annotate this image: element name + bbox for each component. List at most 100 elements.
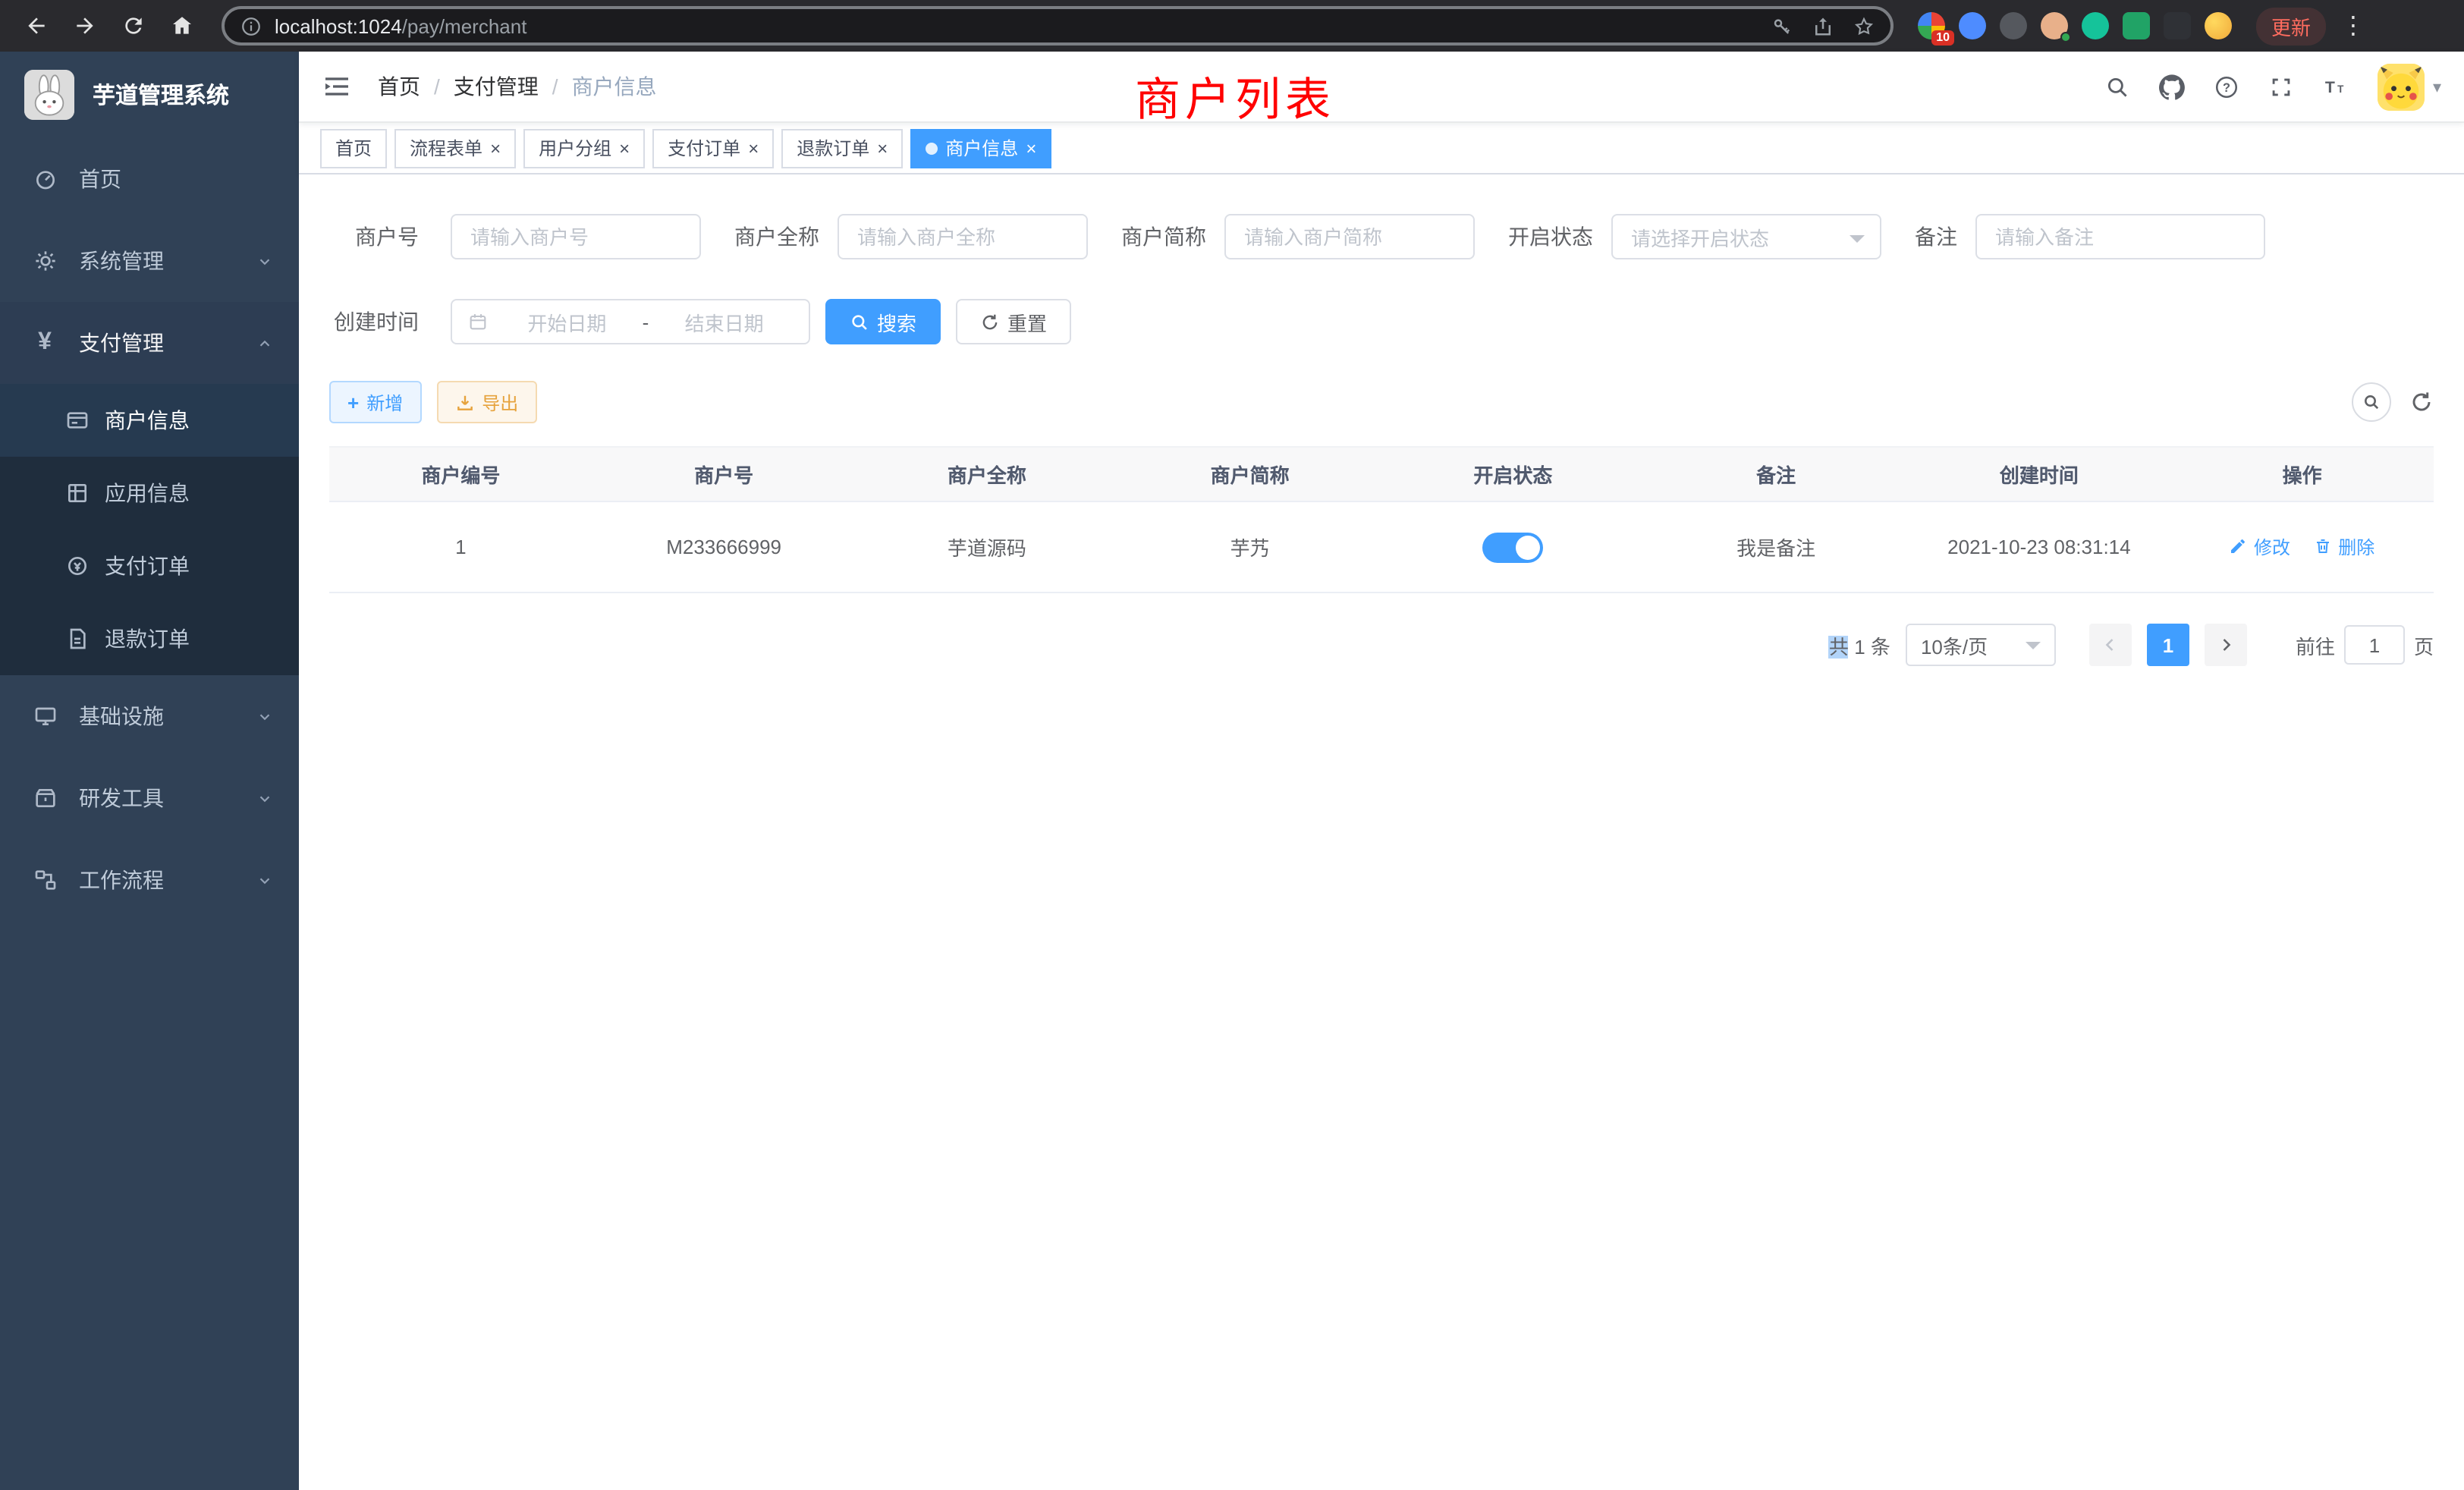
url-path: /pay/merchant [402, 14, 527, 37]
breadcrumb-home[interactable]: 首页 [378, 71, 420, 102]
tab-user-group[interactable]: 用户分组 × [523, 128, 645, 168]
extension-avatar-icon[interactable] [2041, 12, 2068, 39]
add-button-label: 新增 [366, 389, 403, 415]
sidebar-item-label: 工作流程 [79, 865, 164, 895]
chevron-down-icon [256, 790, 273, 806]
chevron-down-icon [256, 872, 273, 888]
reload-icon[interactable] [112, 5, 155, 47]
table-row: 1 M233666999 芋道源码 芋艿 我是备注 2021-10-23 08:… [329, 501, 2434, 593]
extension-colorwheel-icon[interactable]: 10 [1918, 12, 1945, 39]
sidebar-item-pay-order[interactable]: 支付订单 [0, 530, 299, 602]
sidebar-item-label: 退款订单 [105, 624, 190, 654]
help-icon[interactable]: ? [2205, 65, 2248, 108]
tab-merchant-info[interactable]: 商户信息 × [910, 128, 1051, 168]
fullscreen-icon[interactable] [2260, 65, 2302, 108]
github-icon[interactable] [2151, 65, 2193, 108]
font-size-icon[interactable]: TT [2315, 65, 2357, 108]
site-info-icon[interactable] [240, 14, 262, 37]
tab-home[interactable]: 首页 [320, 128, 387, 168]
extension-tampermonkey-icon[interactable] [2164, 12, 2191, 39]
tab-refund-order[interactable]: 退款订单 × [781, 128, 903, 168]
extension-green-circle-icon[interactable] [2082, 12, 2109, 39]
tab-process-form[interactable]: 流程表单 × [394, 128, 516, 168]
sidebar-logo[interactable]: 芋道管理系统 [0, 52, 299, 138]
merchant-no-input[interactable] [451, 214, 701, 259]
back-icon[interactable] [15, 5, 58, 47]
share-icon[interactable] [1812, 14, 1834, 37]
home-icon[interactable] [161, 5, 203, 47]
sidebar-item-workflow[interactable]: 工作流程 [0, 839, 299, 921]
edit-link[interactable]: 修改 [2230, 534, 2290, 560]
cell-full-name: 芋道源码 [856, 501, 1119, 593]
search-button[interactable]: 搜索 [825, 299, 941, 344]
remark-label: 备注 [1915, 222, 1957, 252]
extension-dark-circle-icon[interactable] [2000, 12, 2027, 39]
sidebar-item-infrastructure[interactable]: 基础设施 [0, 675, 299, 757]
col-full-name: 商户全称 [856, 447, 1119, 501]
toggle-search-icon[interactable] [2352, 382, 2391, 422]
browser-update-button[interactable]: 更新 [2256, 7, 2326, 45]
col-merchant-no: 商户号 [592, 447, 856, 501]
extension-blue-icon[interactable] [1959, 12, 1986, 39]
status-select[interactable]: 请选择开启状态 [1611, 214, 1881, 259]
svg-text:T: T [2337, 83, 2344, 94]
password-key-icon[interactable] [1771, 14, 1793, 37]
delete-link[interactable]: 删除 [2314, 534, 2374, 560]
page-number-button[interactable]: 1 [2147, 624, 2189, 666]
sidebar-toggle-icon[interactable] [322, 71, 352, 102]
chevron-up-icon [256, 335, 273, 351]
close-icon[interactable]: × [877, 139, 888, 157]
refresh-icon[interactable] [2409, 390, 2434, 414]
sidebar-item-system-mgmt[interactable]: 系统管理 [0, 220, 299, 302]
merchant-name-input[interactable] [838, 214, 1088, 259]
extension-orange-icon[interactable] [2205, 12, 2232, 39]
col-remark: 备注 [1645, 447, 1908, 501]
active-tab-dot [926, 142, 938, 154]
tab-pay-order[interactable]: 支付订单 × [652, 128, 774, 168]
next-page-button[interactable] [2205, 624, 2247, 666]
close-icon[interactable]: × [490, 139, 501, 157]
extension-green-square-icon[interactable] [2123, 12, 2150, 39]
tab-label: 首页 [335, 135, 372, 161]
sidebar-item-home[interactable]: 首页 [0, 138, 299, 220]
online-dot [2060, 32, 2071, 42]
sidebar-item-refund-order[interactable]: 退款订单 [0, 602, 299, 675]
sidebar-item-dev-tools[interactable]: 研发工具 [0, 757, 299, 839]
date-range-picker[interactable]: 开始日期 - 结束日期 [451, 299, 810, 344]
prev-page-button[interactable] [2089, 624, 2132, 666]
col-actions: 操作 [2170, 447, 2434, 501]
page-size-select[interactable]: 10条/页 [1906, 624, 2056, 666]
remark-input[interactable] [1975, 214, 2265, 259]
forward-icon[interactable] [64, 5, 106, 47]
status-toggle[interactable] [1482, 532, 1543, 562]
table-header-row: 商户编号 商户号 商户全称 商户简称 开启状态 备注 创建时间 操作 [329, 447, 2434, 501]
sidebar-item-merchant-info[interactable]: 商户信息 [0, 384, 299, 457]
sidebar-item-payment-mgmt[interactable]: ¥ 支付管理 [0, 302, 299, 384]
reset-button[interactable]: 重置 [956, 299, 1071, 344]
sidebar-item-app-info[interactable]: 应用信息 [0, 457, 299, 530]
cell-status [1381, 501, 1645, 593]
goto-page-input[interactable] [2344, 625, 2405, 665]
merchant-short-input[interactable] [1224, 214, 1475, 259]
user-menu[interactable]: ▾ [2378, 63, 2441, 110]
close-icon[interactable]: × [619, 139, 630, 157]
col-merchant-id: 商户编号 [329, 447, 592, 501]
bookmark-star-icon[interactable] [1853, 14, 1875, 37]
address-bar[interactable]: localhost:1024/pay/merchant [222, 6, 1894, 46]
tab-label: 商户信息 [945, 135, 1018, 161]
breadcrumb-payment[interactable]: 支付管理 [454, 71, 539, 102]
close-icon[interactable]: × [1026, 139, 1036, 157]
date-start-placeholder: 开始日期 [498, 307, 636, 336]
search-icon[interactable] [2096, 65, 2139, 108]
browser-menu-icon[interactable]: ⋮ [2332, 11, 2374, 41]
close-icon[interactable]: × [748, 139, 759, 157]
workflow-icon [32, 867, 58, 893]
breadcrumb: 首页 / 支付管理 / 商户信息 [378, 71, 657, 102]
logo-bunny-icon [24, 70, 74, 120]
add-button[interactable]: + 新增 [329, 381, 421, 423]
merchant-table: 商户编号 商户号 商户全称 商户简称 开启状态 备注 创建时间 操作 1 [329, 446, 2434, 593]
export-button[interactable]: 导出 [436, 381, 536, 423]
url-text: localhost:1024/pay/merchant [275, 14, 526, 37]
col-status: 开启状态 [1381, 447, 1645, 501]
sidebar-item-label: 基础设施 [79, 701, 164, 731]
